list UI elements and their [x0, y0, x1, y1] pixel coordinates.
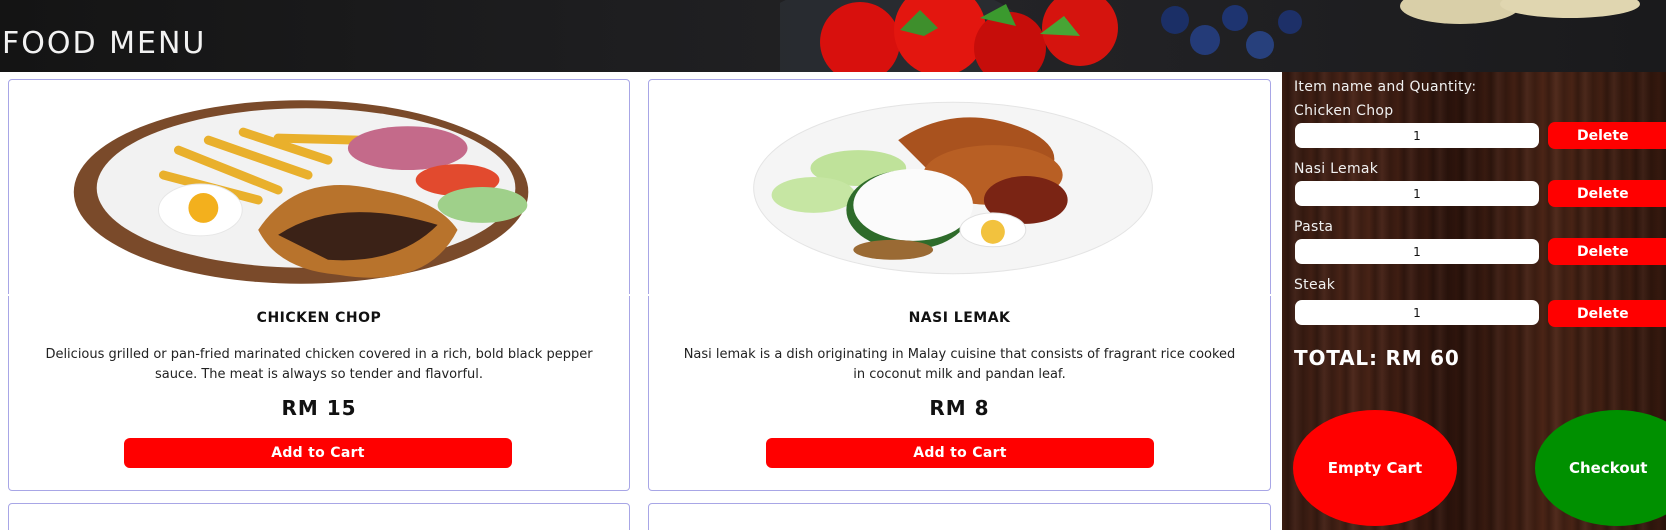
- cart-heading: Item name and Quantity:: [1294, 79, 1477, 95]
- food-description: Delicious grilled or pan-fried marinated…: [45, 347, 593, 382]
- quantity-input[interactable]: [1295, 239, 1539, 264]
- delete-button[interactable]: Delete: [1548, 238, 1666, 265]
- food-order-page: FOOD MENU CHICKEN CHOP Delicious grilled…: [0, 0, 1666, 530]
- checkout-button[interactable]: Checkout: [1535, 410, 1666, 526]
- food-price: RM 8: [929, 396, 990, 420]
- add-to-cart-button[interactable]: Add to Cart: [124, 438, 512, 468]
- cart-item-name: Pasta: [1294, 219, 1334, 235]
- food-name: NASI LEMAK: [908, 310, 1011, 326]
- add-to-cart-button[interactable]: Add to Cart: [766, 438, 1154, 468]
- menu-card-chicken-chop: CHICKEN CHOP Delicious grilled or pan-fr…: [8, 79, 630, 491]
- delete-button[interactable]: Delete: [1548, 122, 1666, 149]
- quantity-input[interactable]: [1295, 300, 1539, 325]
- quantity-input[interactable]: [1295, 181, 1539, 206]
- cart-item-name: Nasi Lemak: [1294, 161, 1379, 177]
- food-description: Nasi lemak is a dish originating in Mala…: [683, 347, 1236, 382]
- cart-panel: Item name and Quantity: Chicken Chop Del…: [1282, 72, 1666, 530]
- header-banner: FOOD MENU: [0, 0, 1666, 72]
- delete-button[interactable]: Delete: [1548, 180, 1666, 207]
- delete-button[interactable]: Delete: [1548, 300, 1666, 327]
- chicken-chop-image: [73, 100, 529, 284]
- quantity-input[interactable]: [1295, 123, 1539, 148]
- menu-card-nasi-lemak: NASI LEMAK Nasi lemak is a dish originat…: [648, 79, 1271, 491]
- section-divider: [0, 294, 1280, 296]
- nasi-lemak-image: [753, 101, 1153, 275]
- empty-cart-button[interactable]: Empty Cart: [1293, 410, 1457, 526]
- fruit-banner-image: [780, 0, 1640, 72]
- food-price: RM 15: [281, 396, 357, 420]
- menu-card-partial: [648, 503, 1271, 530]
- cart-total: TOTAL: RM 60: [1294, 346, 1460, 370]
- page-title: FOOD MENU: [2, 26, 207, 61]
- food-name: CHICKEN CHOP: [256, 310, 382, 326]
- cart-item-name: Steak: [1294, 277, 1336, 293]
- cart-item-name: Chicken Chop: [1294, 103, 1394, 119]
- menu-card-partial: [8, 503, 630, 530]
